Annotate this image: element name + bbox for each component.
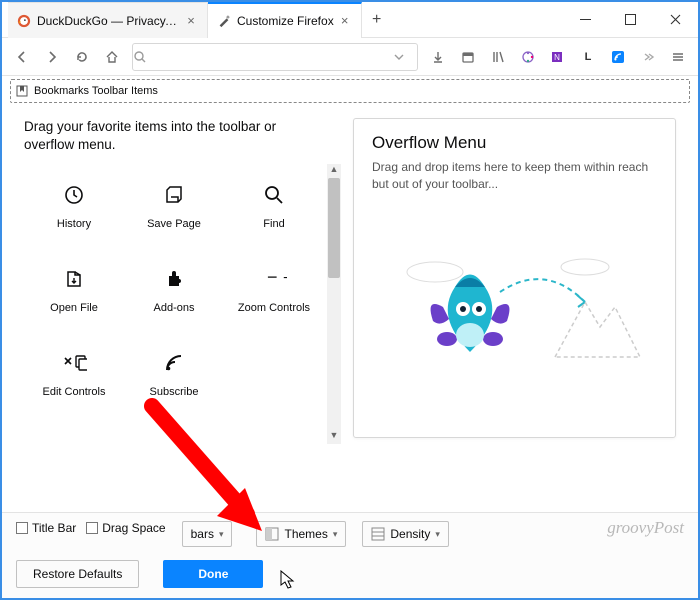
restore-defaults-button[interactable]: Restore Defaults — [16, 560, 139, 588]
scroll-down-icon[interactable]: ▼ — [327, 430, 341, 444]
palette-item-subscribe[interactable]: Subscribe — [124, 340, 224, 424]
back-button[interactable] — [8, 43, 36, 71]
chevron-down-icon[interactable] — [393, 51, 417, 63]
palette-label: Open File — [50, 302, 98, 314]
chevron-down-icon: ▾ — [333, 529, 338, 540]
palette-item-save-page[interactable]: Save Page — [124, 172, 224, 256]
tab-strip: DuckDuckGo — Privacy, sim × Customize Fi… — [2, 2, 563, 37]
customize-main: Drag your favorite items into the toolba… — [2, 106, 698, 512]
dropdown-label: Themes — [284, 527, 327, 541]
addons-icon — [161, 266, 187, 292]
themes-dropdown[interactable]: Themes ▾ — [256, 521, 346, 547]
instruction-text: Drag your favorite items into the toolba… — [24, 118, 343, 154]
downloads-button[interactable] — [424, 43, 452, 71]
bookmarks-toolbar: Bookmarks Toolbar Items — [2, 76, 698, 106]
button-label: Restore Defaults — [33, 567, 122, 581]
palette-scrollbar[interactable]: ▲ ▼ — [327, 164, 341, 444]
palette-item-addons[interactable]: Add-ons — [124, 256, 224, 340]
svg-text:+: + — [283, 270, 287, 287]
screenshot-button[interactable] — [454, 43, 482, 71]
reload-button[interactable] — [68, 43, 96, 71]
save-icon — [161, 182, 187, 208]
zoom-icon: −+ — [261, 266, 287, 292]
new-tab-button[interactable]: + — [362, 2, 392, 37]
library-button[interactable] — [484, 43, 512, 71]
dropdown-label: Density — [390, 527, 430, 541]
bookmarks-toolbar-label: Bookmarks Toolbar Items — [34, 85, 158, 97]
palette-column: Drag your favorite items into the toolba… — [2, 106, 347, 512]
cursor-icon — [280, 570, 296, 590]
toolbars-dropdown[interactable]: bars ▾ — [182, 521, 233, 547]
palette-label: Edit Controls — [43, 386, 106, 398]
chevron-down-icon: ▾ — [219, 529, 224, 540]
window-close-button[interactable] — [653, 2, 698, 37]
overflow-menu-panel[interactable]: Overflow Menu Drag and drop items here t… — [353, 118, 676, 438]
density-dropdown[interactable]: Density ▾ — [362, 521, 449, 547]
palette-item-open-file[interactable]: Open File — [24, 256, 124, 340]
letter-l-button[interactable]: L — [574, 43, 602, 71]
palette-label: Save Page — [147, 218, 201, 230]
bookmarks-toolbar-placeholder[interactable]: Bookmarks Toolbar Items — [10, 79, 690, 103]
bookmarks-icon — [15, 84, 29, 98]
palette-item-find[interactable]: Find — [224, 172, 324, 256]
mascot-illustration — [354, 247, 675, 377]
find-icon — [261, 182, 287, 208]
palette-item-edit-controls[interactable]: Edit Controls — [24, 340, 124, 424]
minimize-button[interactable] — [563, 2, 608, 37]
checkbox-icon — [16, 522, 28, 534]
overflow-button[interactable] — [634, 43, 662, 71]
palette-label: History — [57, 218, 91, 230]
palette-item-zoom[interactable]: −+ Zoom Controls — [224, 256, 324, 340]
duck-icon — [17, 14, 31, 28]
hamburger-menu-button[interactable] — [664, 43, 692, 71]
feed-button[interactable] — [604, 43, 632, 71]
palette-item-history[interactable]: History — [24, 172, 124, 256]
home-button[interactable] — [98, 43, 126, 71]
scroll-thumb[interactable] — [328, 178, 340, 278]
tab-label: Customize Firefox — [237, 14, 334, 28]
nav-toolbar: N L — [2, 38, 698, 76]
window-titlebar: DuckDuckGo — Privacy, sim × Customize Fi… — [2, 2, 698, 38]
maximize-button[interactable] — [608, 2, 653, 37]
themes-icon — [265, 527, 279, 541]
history-icon — [61, 182, 87, 208]
palette-label: Find — [263, 218, 284, 230]
customize-palette: History Save Page Find Open File Add-ons… — [24, 172, 343, 424]
brush-icon — [217, 14, 231, 28]
done-button[interactable]: Done — [163, 560, 263, 588]
forward-button[interactable] — [38, 43, 66, 71]
extension-button[interactable] — [514, 43, 542, 71]
button-label: Done — [198, 567, 228, 581]
url-bar[interactable] — [132, 43, 418, 71]
svg-text:N: N — [554, 53, 560, 62]
palette-label: Zoom Controls — [238, 302, 310, 314]
checkbox-icon — [86, 522, 98, 534]
palette-label: Add-ons — [154, 302, 195, 314]
tab-label: DuckDuckGo — Privacy, sim — [37, 14, 180, 28]
overflow-column: Overflow Menu Drag and drop items here t… — [347, 106, 698, 512]
close-icon[interactable]: × — [338, 14, 352, 28]
tab-duckduckgo[interactable]: DuckDuckGo — Privacy, sim × — [8, 2, 208, 38]
density-icon — [371, 527, 385, 541]
close-icon[interactable]: × — [184, 14, 198, 28]
svg-text:−: − — [267, 268, 278, 287]
dropdown-label: bars — [191, 527, 214, 541]
overflow-description: Drag and drop items here to keep them wi… — [372, 159, 657, 193]
drag-space-checkbox[interactable]: Drag Space — [86, 521, 165, 535]
overflow-title: Overflow Menu — [372, 133, 657, 153]
window-controls — [563, 2, 698, 37]
edit-controls-icon — [61, 350, 87, 376]
tab-customize-firefox[interactable]: Customize Firefox × — [208, 2, 362, 38]
open-file-icon — [61, 266, 87, 292]
scroll-up-icon[interactable]: ▲ — [327, 164, 341, 178]
onenote-button[interactable]: N — [544, 43, 572, 71]
search-icon — [133, 50, 159, 64]
chevron-down-icon: ▾ — [435, 529, 440, 540]
checkbox-label: Title Bar — [32, 521, 76, 535]
palette-label: Subscribe — [150, 386, 199, 398]
title-bar-checkbox[interactable]: Title Bar — [16, 521, 76, 535]
checkbox-label: Drag Space — [102, 521, 165, 535]
subscribe-icon — [161, 350, 187, 376]
